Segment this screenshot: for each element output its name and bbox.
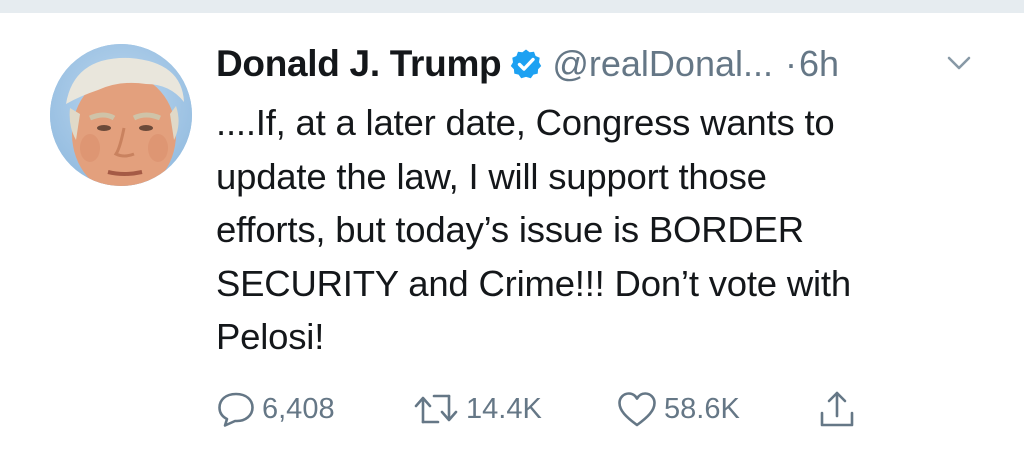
display-name[interactable]: Donald J. Trump: [216, 43, 502, 85]
tweet-line: ....If, at a later date, Congress wants …: [216, 102, 835, 143]
tweet-line: Pelosi!: [216, 316, 325, 357]
tweet-screen: Donald J. Trump @realDonal... · 6h ....I…: [0, 0, 1024, 467]
like-button[interactable]: 58.6K: [616, 388, 740, 430]
avatar[interactable]: [50, 44, 192, 186]
retweet-button[interactable]: 14.4K: [412, 388, 542, 430]
tweet-text: ....If, at a later date, Congress wants …: [216, 96, 986, 364]
timestamp[interactable]: 6h: [799, 43, 839, 85]
reply-button[interactable]: 6,408: [216, 388, 335, 430]
share-button[interactable]: [818, 388, 856, 430]
like-count: 58.6K: [664, 392, 740, 425]
tweet-header: Donald J. Trump @realDonal... · 6h: [216, 40, 839, 88]
tweet-line: update the law, I will support those: [216, 155, 767, 197]
reply-icon: [216, 390, 256, 428]
tweet-line: efforts, but today’s issue is BORDER: [216, 209, 804, 250]
user-handle[interactable]: @realDonal...: [552, 43, 773, 85]
share-icon: [818, 389, 856, 429]
retweet-count: 14.4K: [466, 392, 542, 425]
separator-dot: ·: [785, 43, 797, 84]
reply-count: 6,408: [262, 392, 335, 425]
tweet-actions: 6,408 14.4K 58.6K: [216, 388, 916, 430]
chevron-down-icon[interactable]: [946, 54, 972, 72]
retweet-icon: [412, 390, 460, 428]
top-divider: [0, 0, 1024, 13]
tweet-line: SECURITY and Crime!!! Don’t vote with: [216, 262, 851, 304]
verified-badge-icon: [510, 48, 542, 80]
heart-icon: [616, 390, 658, 428]
